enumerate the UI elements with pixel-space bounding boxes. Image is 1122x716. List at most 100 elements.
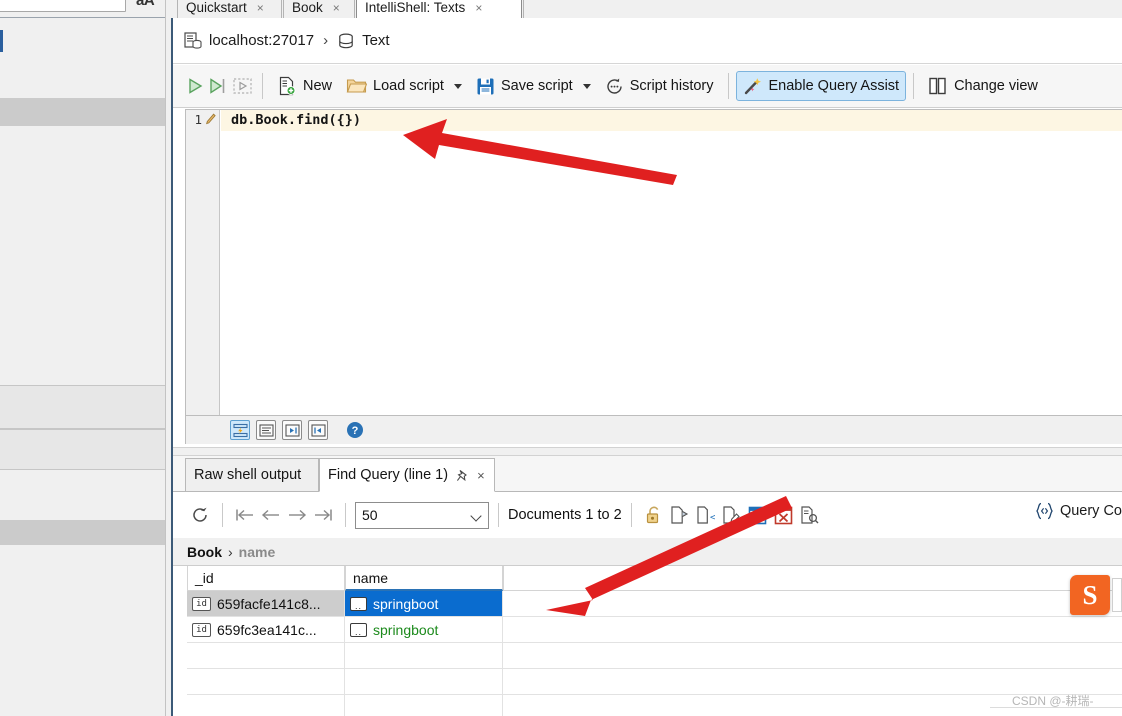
- load-script-dropdown-icon[interactable]: [453, 83, 462, 89]
- panel-divider: [0, 17, 166, 18]
- table-row-empty[interactable]: [187, 643, 1122, 669]
- format-icon[interactable]: [230, 420, 250, 440]
- refresh-icon[interactable]: [187, 502, 213, 528]
- table-header-row: _id name: [187, 566, 1122, 591]
- cell-id[interactable]: id 659facfe141c8...: [187, 591, 345, 617]
- close-icon[interactable]: ×: [333, 1, 340, 15]
- chevron-down-icon[interactable]: [470, 509, 482, 522]
- tab-book[interactable]: Book ×: [283, 0, 355, 18]
- help-icon[interactable]: ?: [346, 421, 364, 439]
- change-view-label: Change view: [954, 78, 1038, 94]
- breadcrumb-field[interactable]: name: [239, 544, 276, 560]
- app-window: aA Quickstart × Book × IntelliShell: Tex…: [0, 0, 1122, 716]
- enable-query-assist-button[interactable]: Enable Query Assist: [735, 71, 907, 101]
- page-size-select[interactable]: 50: [355, 501, 489, 529]
- database-icon: [337, 32, 355, 50]
- new-script-button[interactable]: New: [270, 71, 339, 101]
- run-to-cursor-icon[interactable]: [207, 73, 231, 99]
- left-side-panel: aA: [0, 0, 166, 716]
- cell-empty[interactable]: [503, 643, 1122, 669]
- breadcrumb-separator: ›: [228, 543, 233, 560]
- cell-empty[interactable]: [187, 669, 345, 695]
- change-view-button[interactable]: Change view: [921, 71, 1045, 101]
- id-type-tag: id: [192, 596, 211, 611]
- unlock-icon[interactable]: [643, 503, 665, 527]
- editor-gutter: 1: [186, 110, 220, 415]
- font-size-aa-icon[interactable]: aA: [136, 0, 155, 9]
- tab-label: Book: [292, 0, 323, 15]
- breadcrumb-separator: ›: [323, 32, 329, 49]
- side-search-input[interactable]: [0, 0, 126, 12]
- server-icon: [184, 31, 202, 50]
- cell-name[interactable]: .. springboot: [345, 617, 503, 643]
- cell-empty[interactable]: [345, 643, 503, 669]
- cell-id[interactable]: id 659fc3ea141c...: [187, 617, 345, 643]
- load-script-button[interactable]: Load script: [339, 71, 451, 101]
- outdent-icon[interactable]: [308, 420, 328, 440]
- folder-icon: [346, 77, 368, 95]
- query-code[interactable]: db.Book.find({}): [231, 112, 361, 128]
- table-row[interactable]: id 659facfe141c8... .. springboot: [187, 591, 1122, 617]
- save-script-dropdown-icon[interactable]: [582, 83, 591, 89]
- columns-icon: [928, 77, 948, 95]
- cell-value: springboot: [373, 595, 439, 612]
- script-history-button[interactable]: Script history: [598, 71, 721, 101]
- list-band: [0, 98, 166, 126]
- pin-icon[interactable]: [456, 469, 469, 482]
- table-row-empty[interactable]: [187, 669, 1122, 695]
- tab-raw-shell-output[interactable]: Raw shell output: [185, 458, 319, 492]
- run-icon[interactable]: [183, 73, 207, 99]
- cell-empty[interactable]: [345, 695, 503, 716]
- svg-text:<>: <>: [710, 513, 715, 523]
- query-editor[interactable]: 1 db.Book.find({}): [185, 109, 1122, 416]
- copy-document-icon[interactable]: [669, 503, 691, 527]
- cell-empty[interactable]: [345, 669, 503, 695]
- cell-empty[interactable]: [503, 617, 1122, 643]
- save-script-button[interactable]: Save script: [469, 71, 580, 101]
- query-code-button[interactable]: Query Co: [1034, 502, 1122, 520]
- previous-page-icon[interactable]: [258, 502, 284, 528]
- script-history-label: Script history: [629, 78, 714, 94]
- cell-value: 659fc3ea141c...: [217, 621, 317, 638]
- edit-document-icon[interactable]: [721, 503, 743, 527]
- run-selection-icon[interactable]: [231, 73, 255, 99]
- load-script-label: Load script: [373, 78, 444, 94]
- last-page-icon[interactable]: [310, 502, 336, 528]
- breadcrumb-collection[interactable]: Book: [187, 544, 222, 560]
- cell-value: springboot: [373, 621, 439, 638]
- list-band: [0, 429, 166, 470]
- tab-find-query[interactable]: Find Query (line 1) ×: [319, 458, 495, 492]
- column-header-id[interactable]: _id: [187, 566, 345, 591]
- connection-breadcrumb: localhost:27017 › Text: [173, 18, 1122, 64]
- table-row-empty[interactable]: [187, 695, 1122, 716]
- delete-icon[interactable]: [773, 503, 795, 527]
- align-left-icon[interactable]: [256, 420, 276, 440]
- cell-empty[interactable]: [187, 643, 345, 669]
- table-row[interactable]: id 659fc3ea141c... .. springboot: [187, 617, 1122, 643]
- tab-quickstart[interactable]: Quickstart ×: [177, 0, 282, 18]
- selection-caret: [0, 30, 3, 52]
- confirm-icon[interactable]: [747, 503, 769, 527]
- server-label[interactable]: localhost:27017: [209, 32, 314, 49]
- tab-intellishell[interactable]: IntelliShell: Texts ×: [356, 0, 522, 18]
- id-type-tag: id: [192, 622, 211, 637]
- close-icon[interactable]: ×: [477, 468, 485, 483]
- pane-splitter[interactable]: [173, 447, 1122, 456]
- column-header-name[interactable]: name: [345, 566, 503, 591]
- first-page-icon[interactable]: [232, 502, 258, 528]
- find-document-icon[interactable]: [799, 503, 821, 527]
- close-icon[interactable]: ×: [475, 1, 482, 15]
- next-page-icon[interactable]: [284, 502, 310, 528]
- cell-empty[interactable]: [187, 695, 345, 716]
- view-json-icon[interactable]: <>: [695, 503, 717, 527]
- indent-icon[interactable]: [282, 420, 302, 440]
- list-band: [0, 520, 166, 545]
- cell-empty[interactable]: [503, 591, 1122, 617]
- cell-name[interactable]: .. springboot: [345, 591, 503, 617]
- collection-breadcrumb: Book › name: [173, 538, 1122, 566]
- close-icon[interactable]: ×: [257, 1, 264, 15]
- editor-tab-strip: Quickstart × Book × IntelliShell: Texts …: [173, 0, 1122, 18]
- results-panel: Raw shell output Find Query (line 1) × 5…: [173, 456, 1122, 716]
- database-label[interactable]: Text: [362, 32, 390, 49]
- editor-footer-toolbar: ?: [185, 416, 1122, 444]
